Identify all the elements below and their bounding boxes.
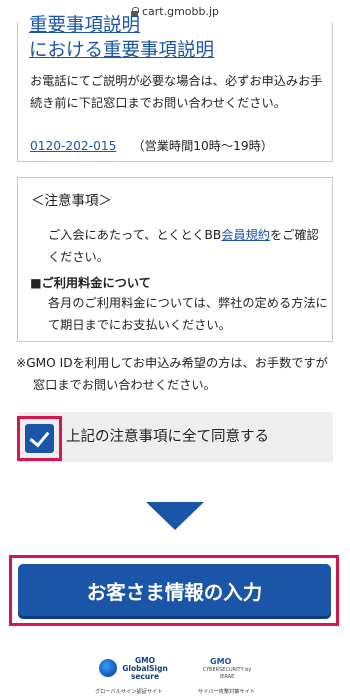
globalsign-seal-icon [99,659,117,677]
globalsign-caption: グローバルサイン認証サイト [95,689,163,695]
customer-info-button[interactable]: お客さま情報の入力 [18,564,331,616]
notice-terms-text: ご入会にあたって、とくとくBB会員規約をご確認ください。 [48,224,326,268]
important-info-box: 重要事項説明 における重要事項説明 お電話にてご説明が必要な場合は、必ずお申込み… [17,15,333,162]
notice-title: ＜注意事項＞ [31,193,112,209]
cybersecurity-logo[interactable]: GMO CYBERSECURITY by IERAE サイバー攻撃対策サイト [198,657,276,697]
cybersecurity-gmo: GMO [210,657,232,666]
globalsign-wordmark: GMO GlobalSign secure [122,656,168,681]
url-text: cart.gmobb.jp [141,4,220,18]
notice-box: ＜注意事項＞ ご入会にあたって、とくとくBB会員規約をご確認ください。 ■ご利用… [17,177,333,342]
important-info-heading[interactable]: における重要事項説明 [29,38,214,64]
agree-label[interactable]: 上記の注意事項に全て同意する [66,426,269,448]
fee-text: 各月のご利用料金については、弊社の定める方法にて期日までにお支払いください。 [48,296,328,332]
gmo-id-note: ※GMO IDを利用してお申込み希望の方は、お手数ですが窓口までお問い合わせくだ… [16,356,328,392]
important-info-text: お電話にてご説明が必要な場合は、必ずお申込みお手続き前に下記窓口までお問い合わせ… [30,74,323,110]
globalsign-logo[interactable]: GMO GlobalSign secure グローバルサイン認証サイト [95,657,173,697]
phone-row: 0120-202-015 （営業時間10時～19時） [30,135,273,157]
cybersecurity-wordmark: CYBERSECURITY by IERAE [202,667,252,680]
business-hours: （営業時間10時～19時） [132,139,274,153]
phone-link[interactable]: 0120-202-015 [30,139,116,153]
cybersecurity-caption: サイバー攻撃対策サイト [198,689,255,695]
security-badges: GMO GlobalSign secure グローバルサイン認証サイト GMO … [95,657,275,697]
heading-partial[interactable]: 重要事項説明 [29,14,140,38]
arrow-down-icon [146,502,204,530]
member-terms-link[interactable]: 会員規約 [221,228,270,242]
agree-checkbox[interactable] [25,424,54,453]
fee-title: ■ご利用料金について [30,276,151,290]
notice-text-before: ご入会にあたって、とくとくBB [48,228,222,242]
